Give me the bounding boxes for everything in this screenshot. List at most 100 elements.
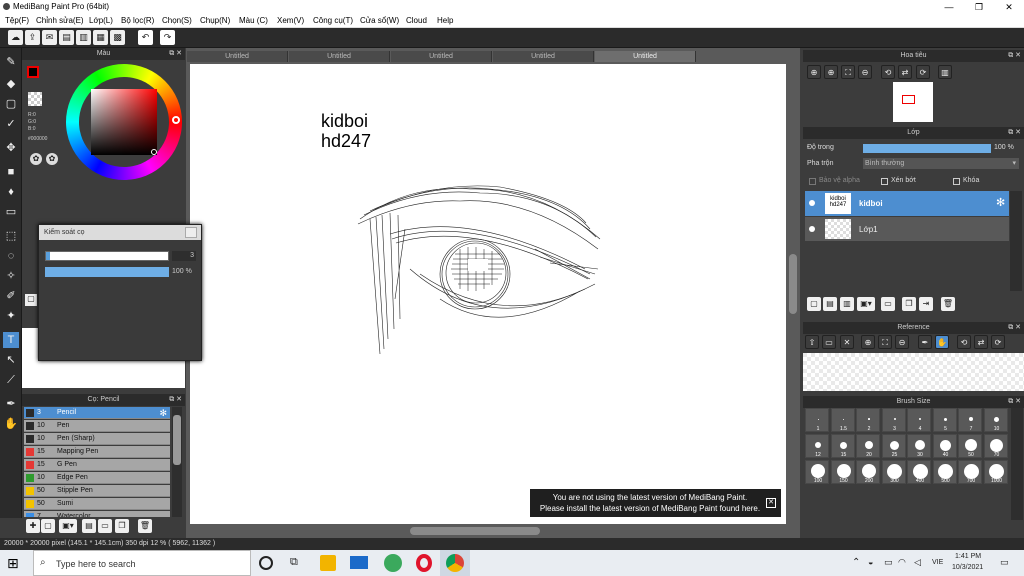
brush-size-cell[interactable]: 25 [881,434,906,458]
notification-center-icon[interactable]: ▭ [1000,557,1009,568]
brush-menu-icon[interactable]: ▣▾ [59,519,77,533]
brush-copy-icon[interactable]: ❐ [115,519,129,533]
menu-help[interactable]: Help [437,16,453,25]
brush-size-cell[interactable]: 4 [907,408,931,432]
clipping-checkbox[interactable] [881,178,888,185]
brush-item[interactable]: 50 Sumi [24,498,170,510]
doc-tab[interactable]: Untitled [493,51,594,62]
wifi-icon[interactable]: ◠ [898,557,906,568]
brush-size-slider[interactable] [45,251,169,261]
transparent-swatch[interactable] [28,92,42,106]
bucket-tool-icon[interactable]: ♦ [3,184,19,200]
delete-layer-icon[interactable]: 🗑 [941,297,955,311]
rectangle-tool-icon[interactable]: ▢ [3,96,19,112]
update-notification[interactable]: You are not using the latest version of … [530,489,781,517]
brush-delete-icon[interactable]: 🗑 [138,519,152,533]
sv-handle[interactable] [151,149,157,155]
brush-size-cell[interactable]: 10 [983,408,1008,432]
brush-item[interactable]: 50 Stipple Pen [24,485,170,497]
redo-icon[interactable]: ↷ [160,30,175,45]
new-halftone-layer-icon[interactable]: ▤ [823,297,837,311]
text-tool-icon[interactable]: T [3,332,19,348]
drawing-canvas[interactable]: kidboi hd247 [190,64,786,524]
brush-opacity-value[interactable]: 100 % [172,267,196,277]
menu-capture[interactable]: Chụp(N) [200,16,230,25]
volume-icon[interactable]: ◁ [914,557,921,568]
cortana-icon[interactable] [259,556,273,570]
zoom-out-icon[interactable]: ⊖ [858,65,872,79]
vertical-scrollbar[interactable] [788,64,798,524]
eyedropper-tool-icon[interactable]: ⟋ [3,372,19,388]
brush-size-cell[interactable]: 1 [805,408,829,432]
chrome-taskbar-item[interactable] [440,550,470,576]
chat-icon[interactable]: ▤ [59,30,74,45]
gear-icon[interactable]: ✻ [159,407,167,419]
menu-filter[interactable]: Bộ lọc(R) [121,16,154,25]
foreground-color-swatch[interactable] [27,66,39,78]
operation-tool-icon[interactable]: ↖ [3,352,19,368]
menu-cloud[interactable]: Cloud [406,16,427,25]
mail-icon[interactable] [350,556,368,569]
brush-item[interactable]: 10 Pen [24,420,170,432]
navigator-viewport[interactable] [902,95,915,104]
visibility-icon[interactable] [809,200,815,206]
menu-window[interactable]: Cửa sổ(W) [360,16,399,25]
layout-icon[interactable]: ▥ [938,65,952,79]
menu-color[interactable]: Màu (C) [239,16,268,25]
ref-folder-icon[interactable]: ▭ [822,335,836,349]
panel-close-icon[interactable]: ⧉ ✕ [1008,322,1021,334]
document-icon[interactable]: ▥ [76,30,91,45]
brush-item[interactable]: 15 G Pen [24,459,170,471]
comment-icon[interactable]: ✉ [42,30,57,45]
brush-item[interactable]: 7 Watercolor [24,511,170,517]
tray-chevron-icon[interactable]: ⌃ [852,557,860,568]
flip-icon[interactable]: ⇄ [898,65,912,79]
brush-size-value[interactable]: 3 [172,251,196,261]
layer-row-selected[interactable]: kidboi hd247 kidboi ✻ [805,191,1009,216]
brush-size-cell[interactable]: 50 [958,434,982,458]
maximize-button[interactable]: ❐ [964,0,994,14]
palette-icon[interactable]: ✿ [30,153,42,165]
ref-hand-icon[interactable]: ✋ [935,335,949,349]
layer-opacity-slider[interactable] [863,144,991,153]
page-icon[interactable]: ▦ [93,30,108,45]
reference-canvas[interactable] [803,353,1024,391]
select-eraser-icon[interactable]: ✦ [3,308,19,324]
new-page-icon[interactable]: ▢ [25,294,37,306]
doc-tab[interactable]: Untitled [289,51,390,62]
rotate-right-icon[interactable]: ⟳ [916,65,930,79]
panel-close-icon[interactable]: ⧉ ✕ [1008,127,1021,139]
gradient-tool-icon[interactable]: ▭ [3,204,19,220]
pen-tool-icon[interactable]: ✓ [3,116,19,132]
brush-size-cell[interactable]: 40 [932,434,957,458]
duplicate-layer-icon[interactable]: ❐ [902,297,916,311]
brush-size-cell[interactable]: 700 [958,460,982,484]
panel-close-icon[interactable]: ⧉ ✕ [1008,50,1021,62]
brush-item[interactable]: 10 Edge Pen [24,472,170,484]
brush-new-icon[interactable]: ▢ [41,519,55,533]
brush-control-close-button[interactable] [185,227,197,238]
doc-tab[interactable]: Untitled [187,51,288,62]
grid-icon[interactable]: ▩ [110,30,125,45]
select-pen-icon[interactable]: ✐ [3,288,19,304]
ref-flip-icon[interactable]: ⇄ [974,335,988,349]
brush-size-cell[interactable]: 500 [932,460,957,484]
vertical-scroll-thumb[interactable] [789,254,797,314]
rotate-left-icon[interactable]: ⟲ [881,65,895,79]
horizontal-scrollbar[interactable] [190,525,786,536]
brush-size-cell[interactable]: 400 [907,460,931,484]
brush-page-icon[interactable]: ▤ [82,519,96,533]
ref-rotate-left-icon[interactable]: ⟲ [957,335,971,349]
lock-checkbox[interactable] [953,178,960,185]
ref-upload-icon[interactable]: ⇧ [805,335,819,349]
ref-fit-icon[interactable]: ⛶ [878,335,892,349]
menu-tools[interactable]: Công cụ(T) [313,16,353,25]
opera-icon[interactable] [416,554,432,572]
notification-close-button[interactable]: ✕ [766,498,776,508]
brush-item[interactable]: 10 Pen (Sharp) [24,433,170,445]
blend-mode-select[interactable]: Bình thường ▾ [863,158,1019,169]
zoom-in-icon[interactable]: ⊕ [824,65,838,79]
brush-tool-icon[interactable]: ✎ [3,54,19,70]
language-indicator[interactable]: VIE [932,559,943,566]
move-tool-icon[interactable]: ✥ [3,140,19,156]
